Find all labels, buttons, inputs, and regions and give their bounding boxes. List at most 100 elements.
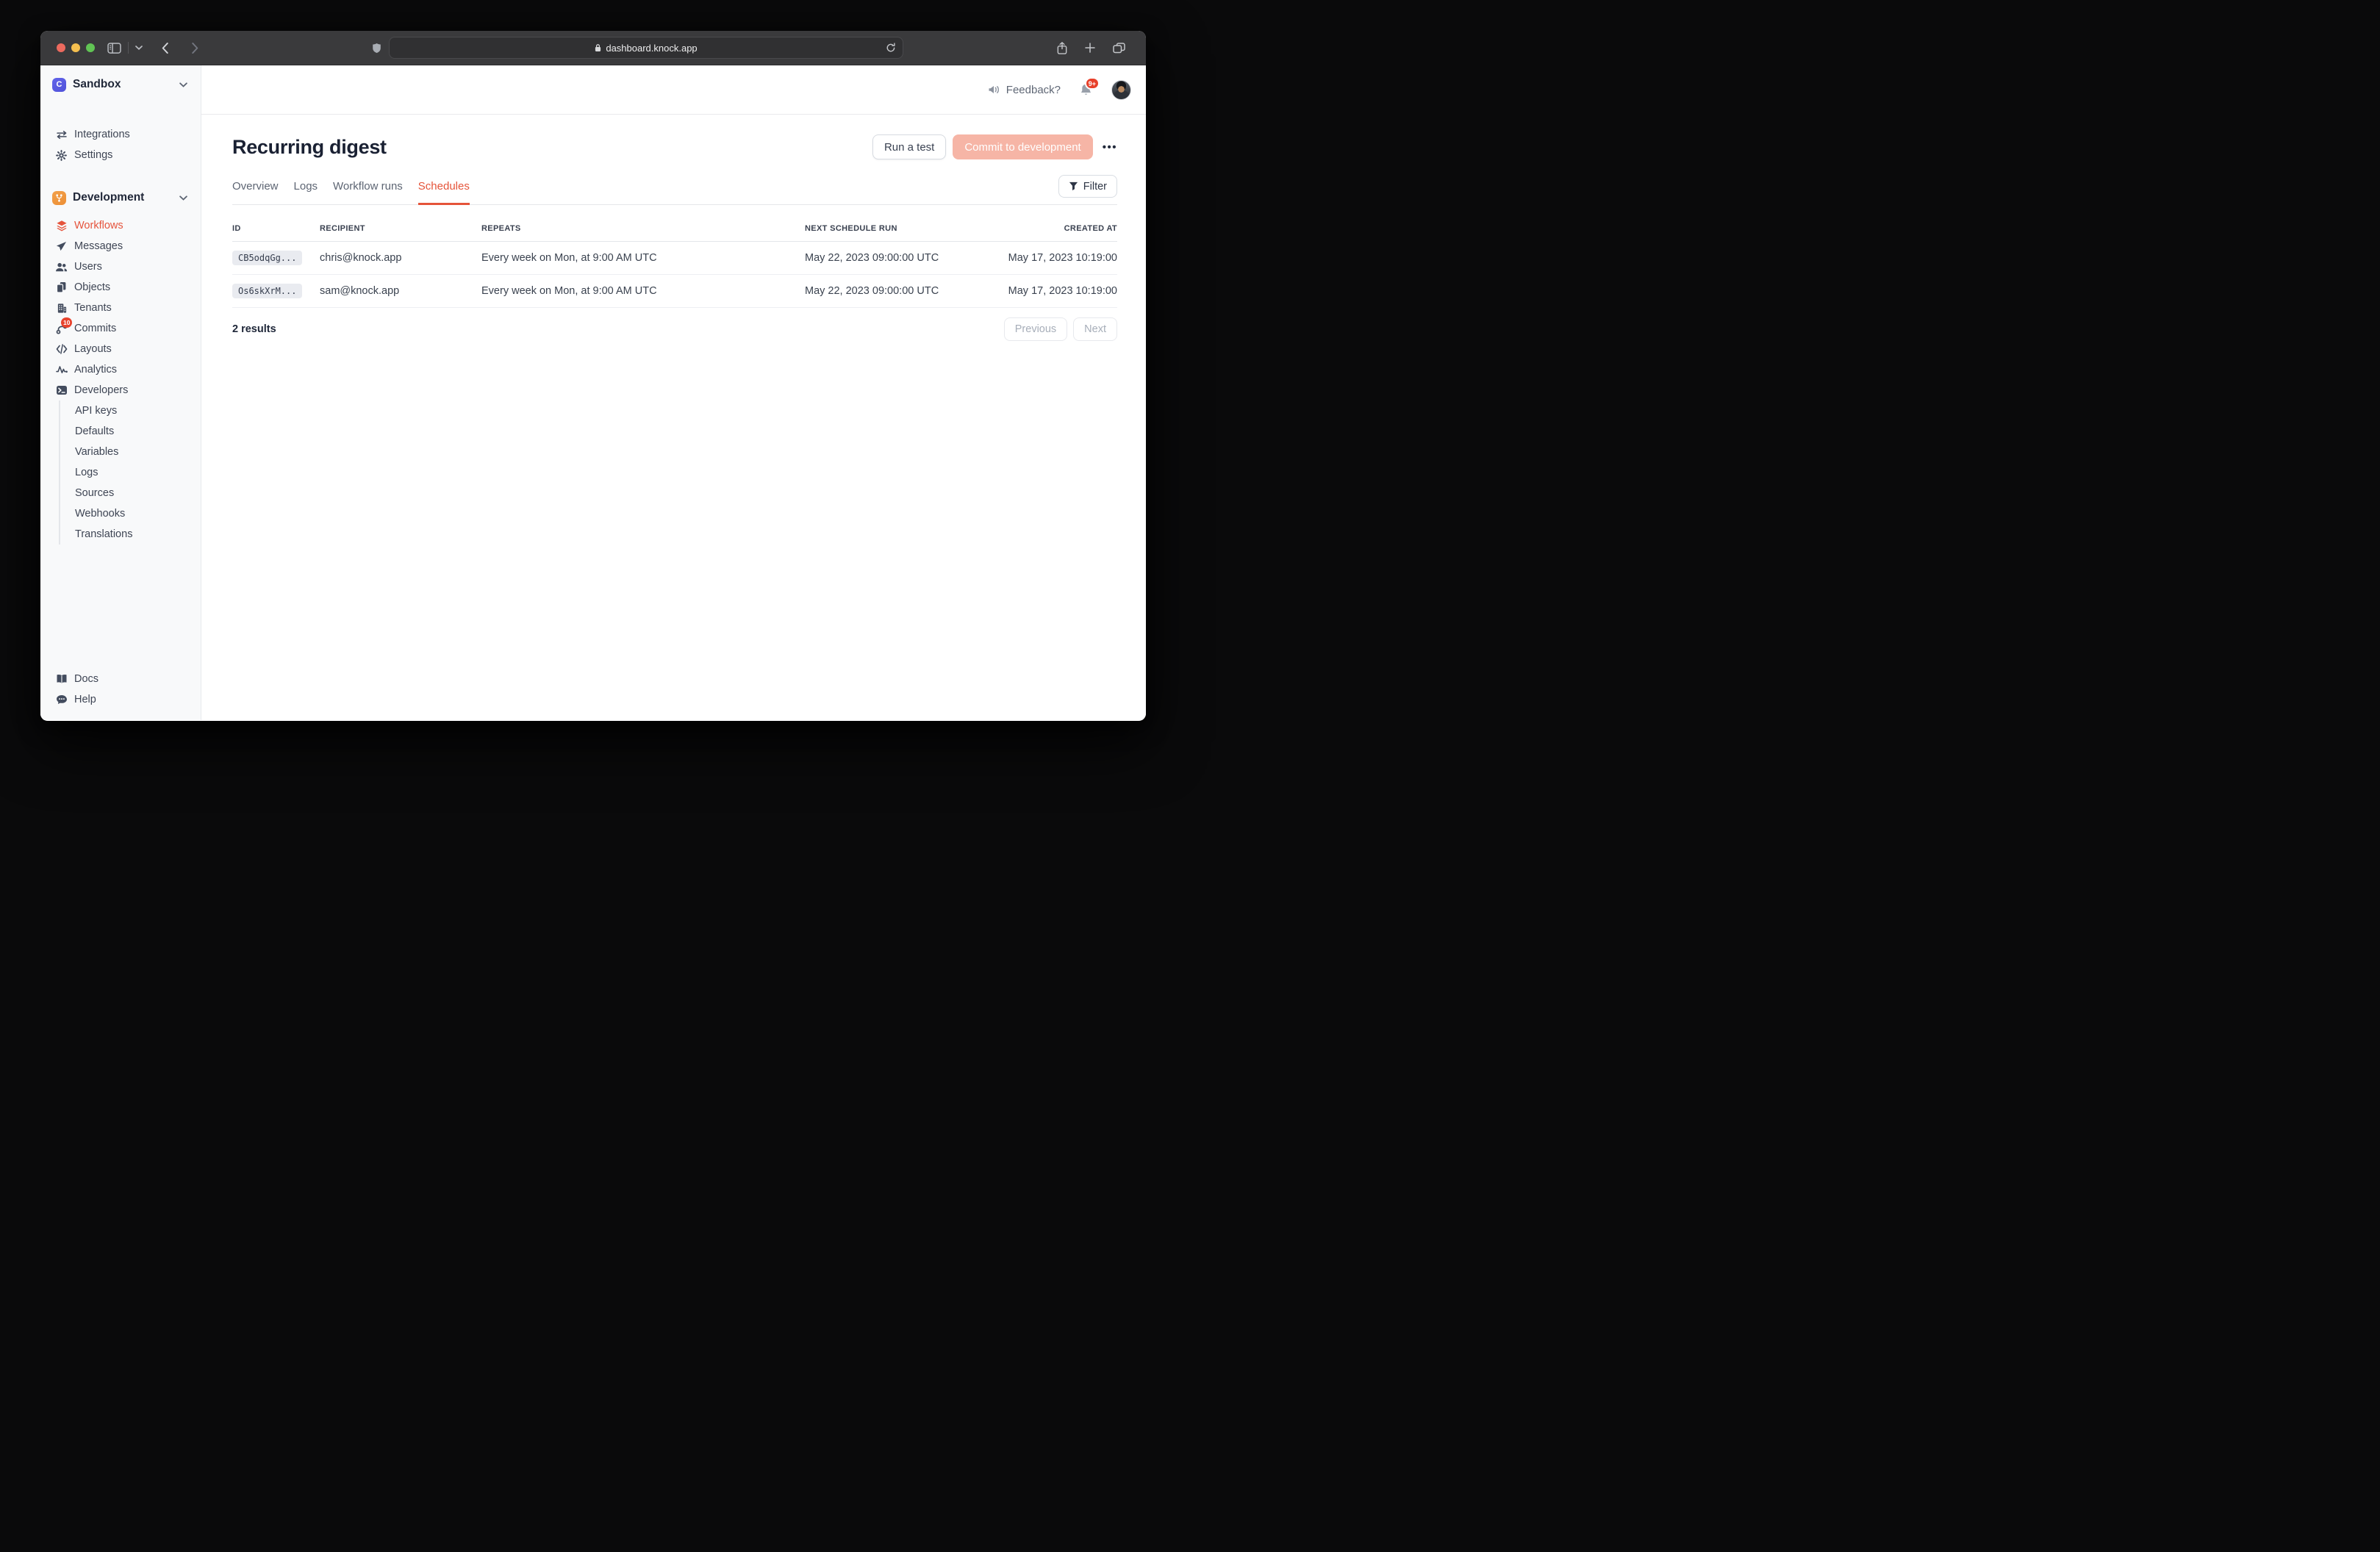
commit-to-development-button[interactable]: Commit to development — [953, 134, 1092, 159]
cell-repeats: Every week on Mon, at 9:00 AM UTC — [481, 252, 805, 264]
avatar[interactable] — [1111, 80, 1131, 100]
back-icon[interactable] — [157, 40, 173, 57]
feedback-label: Feedback? — [1006, 84, 1061, 96]
notifications-button[interactable]: 9+ — [1080, 83, 1092, 96]
sidebar-item-help[interactable]: Help — [52, 689, 192, 710]
sidebar-item-label: Workflows — [74, 220, 123, 231]
documents-icon — [55, 281, 68, 293]
share-icon[interactable] — [1057, 42, 1067, 54]
toggle-sidebar-icon[interactable] — [102, 40, 126, 57]
main-area: Feedback? 9+ Recurring digest Run a test… — [201, 65, 1146, 720]
filter-label: Filter — [1083, 181, 1107, 193]
sidebar-subitem-label: Defaults — [75, 425, 114, 437]
cell-next-schedule-run: May 22, 2023 09:00:00 UTC — [805, 285, 989, 297]
sidebar-item-integrations[interactable]: Integrations — [52, 124, 192, 145]
sidebar-item-messages[interactable]: Messages — [52, 236, 192, 256]
code-icon — [55, 344, 68, 354]
sidebar-subitem-sources[interactable]: Sources — [75, 483, 192, 503]
table-row[interactable]: CB5odqGg... chris@knock.app Every week o… — [232, 242, 1117, 275]
chat-bubble-icon — [55, 694, 68, 705]
sidebar-item-label: Settings — [74, 149, 112, 161]
toolbar-divider — [128, 42, 129, 54]
sidebar-item-objects[interactable]: Objects — [52, 277, 192, 298]
browser-window: dashboard.knock.app C Sandbox — [40, 31, 1146, 721]
more-options-icon[interactable]: ••• — [1103, 141, 1117, 154]
environment-switcher[interactable]: Development — [52, 187, 192, 208]
workspace-switcher[interactable]: C Sandbox — [52, 74, 192, 95]
browser-toolbar: dashboard.knock.app — [40, 31, 1146, 65]
sidebar-item-layouts[interactable]: Layouts — [52, 339, 192, 359]
users-icon — [55, 262, 68, 272]
feedback-button[interactable]: Feedback? — [988, 84, 1061, 96]
sidebar-subitem-variables[interactable]: Variables — [75, 442, 192, 462]
address-bar[interactable]: dashboard.knock.app — [389, 37, 903, 59]
sidebar-item-developers[interactable]: Developers — [52, 380, 192, 400]
sidebar-subitem-label: Sources — [75, 487, 114, 499]
tab-overview[interactable]: Overview — [232, 179, 279, 204]
sidebar-subitem-logs[interactable]: Logs — [75, 462, 192, 483]
cell-created-at: May 17, 2023 10:19:00 — [989, 252, 1117, 264]
page-header: Recurring digest Run a test Commit to de… — [232, 134, 1117, 160]
tab-logs[interactable]: Logs — [294, 179, 318, 204]
sidebar-subitem-api-keys[interactable]: API keys — [75, 400, 192, 421]
run-a-test-button[interactable]: Run a test — [872, 134, 946, 159]
column-header-id: ID — [232, 224, 320, 233]
sidebar-subitem-label: Translations — [75, 528, 132, 540]
zoom-window-button[interactable] — [86, 43, 95, 52]
tab-overview-icon[interactable] — [1113, 43, 1125, 54]
sidebar-subitem-webhooks[interactable]: Webhooks — [75, 503, 192, 524]
table-row[interactable]: Os6skXrM... sam@knock.app Every week on … — [232, 275, 1117, 308]
page-actions: Run a test Commit to development ••• — [872, 134, 1117, 159]
app-topbar: Feedback? 9+ — [201, 65, 1146, 115]
sidebar-item-workflows[interactable]: Workflows — [52, 215, 192, 236]
lock-icon — [595, 43, 601, 52]
chevron-down-icon — [179, 82, 187, 87]
reload-icon[interactable] — [886, 43, 896, 53]
sidebar-item-label: Integrations — [74, 129, 130, 140]
environment-name: Development — [73, 191, 173, 204]
sidebar-item-tenants[interactable]: Tenants — [52, 298, 192, 318]
previous-page-button[interactable]: Previous — [1004, 317, 1067, 341]
workspace-logo: C — [52, 78, 66, 92]
terminal-icon — [55, 385, 68, 395]
page-content: Recurring digest Run a test Commit to de… — [201, 115, 1146, 341]
git-commit-icon: 10 — [55, 323, 68, 334]
sidebar-subitem-defaults[interactable]: Defaults — [75, 421, 192, 442]
tab-schedules[interactable]: Schedules — [418, 179, 470, 205]
funnel-icon — [1069, 182, 1078, 191]
building-icon — [55, 303, 68, 314]
column-header-next-schedule-run: NEXT SCHEDULE RUN — [805, 224, 989, 233]
sidebar-chevron-down-icon[interactable] — [130, 43, 148, 53]
environment-nav: Workflows Messages Users — [52, 215, 192, 400]
paper-plane-icon — [55, 241, 68, 252]
column-header-repeats: REPEATS — [481, 224, 805, 233]
results-count: 2 results — [232, 323, 276, 335]
sidebar-subitem-translations[interactable]: Translations — [75, 524, 192, 545]
sidebar-item-docs[interactable]: Docs — [52, 669, 192, 689]
cell-created-at: May 17, 2023 10:19:00 — [989, 285, 1117, 297]
sidebar-item-label: Messages — [74, 240, 123, 252]
tabs: Overview Logs Workflow runs Schedules — [232, 179, 470, 204]
url-text: dashboard.knock.app — [606, 43, 697, 54]
schedules-table: ID RECIPIENT REPEATS NEXT SCHEDULE RUN C… — [232, 224, 1117, 308]
sidebar: C Sandbox Integrations Settings — [40, 65, 201, 720]
forward-icon[interactable] — [187, 40, 204, 57]
app-frame: C Sandbox Integrations Settings — [40, 65, 1146, 720]
sidebar-item-analytics[interactable]: Analytics — [52, 359, 192, 380]
developers-subnav: API keys Defaults Variables Logs Sources… — [59, 400, 192, 545]
minimize-window-button[interactable] — [71, 43, 80, 52]
tab-workflow-runs[interactable]: Workflow runs — [333, 179, 403, 204]
sidebar-item-label: Analytics — [74, 364, 117, 376]
sidebar-item-settings[interactable]: Settings — [52, 145, 192, 165]
sidebar-item-commits[interactable]: 10 Commits — [52, 318, 192, 339]
results-row: 2 results Previous Next — [232, 317, 1117, 341]
close-window-button[interactable] — [57, 43, 65, 52]
new-tab-icon[interactable] — [1085, 43, 1095, 53]
cell-recipient: chris@knock.app — [320, 252, 481, 264]
book-icon — [55, 674, 68, 684]
filter-button[interactable]: Filter — [1058, 175, 1117, 198]
next-page-button[interactable]: Next — [1073, 317, 1117, 341]
sidebar-item-label: Developers — [74, 384, 128, 396]
privacy-shield-icon[interactable] — [372, 43, 381, 54]
sidebar-item-users[interactable]: Users — [52, 256, 192, 277]
